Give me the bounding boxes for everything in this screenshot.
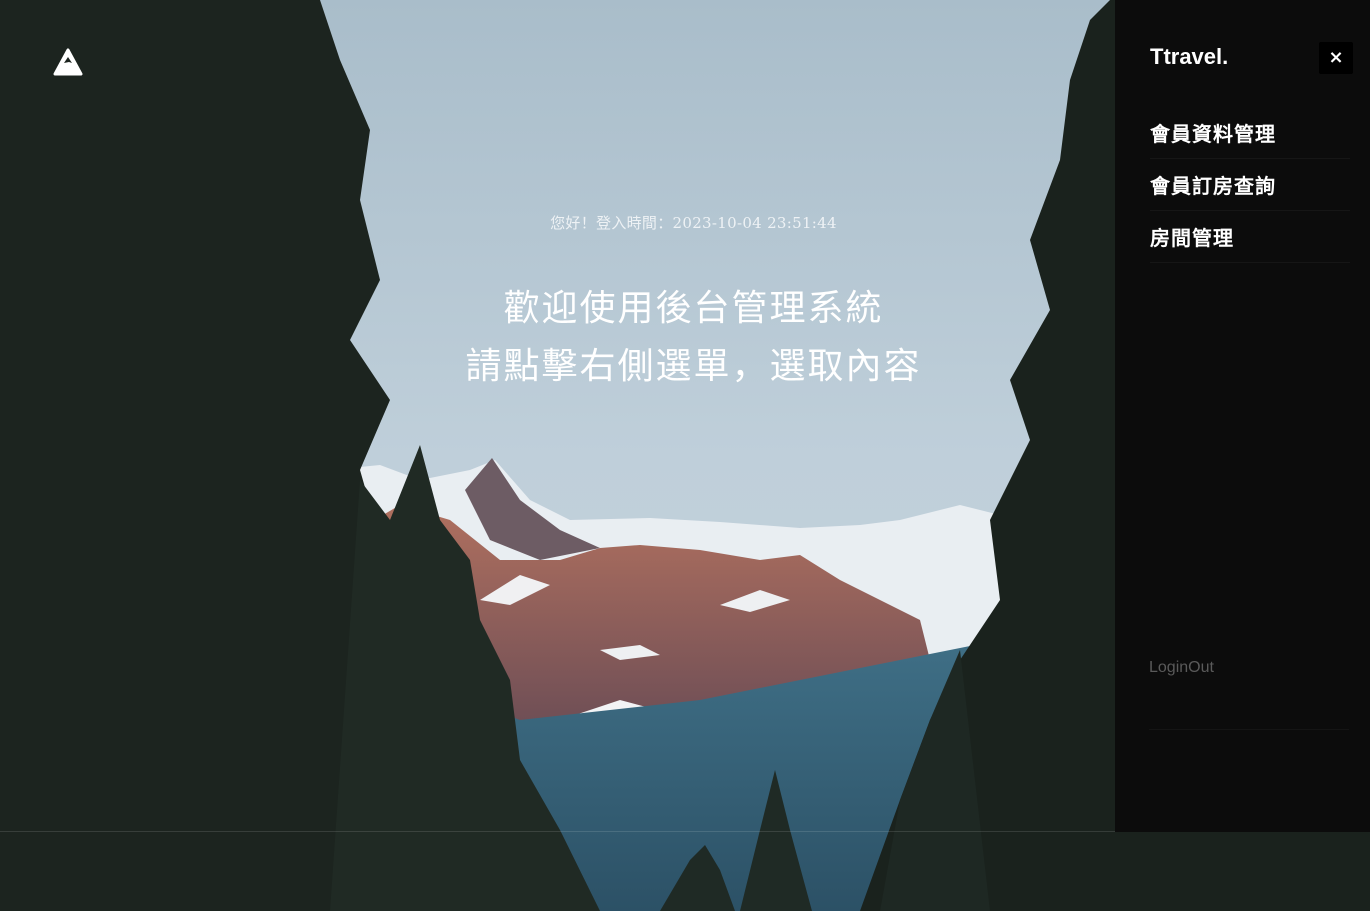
panel-divider <box>1149 729 1349 730</box>
menu-item-member-data[interactable]: 會員資料管理 <box>1150 107 1350 159</box>
menu-item-label: 房間管理 <box>1150 226 1234 250</box>
menu-item-label: 會員訂房查詢 <box>1150 174 1276 198</box>
menu-item-member-booking[interactable]: 會員訂房查詢 <box>1150 159 1350 211</box>
divider-line <box>0 831 1115 832</box>
menu-item-label: 會員資料管理 <box>1150 122 1276 146</box>
side-menu: 會員資料管理 會員訂房查詢 房間管理 <box>1150 107 1350 263</box>
brand-title: Ttravel. <box>1150 44 1229 69</box>
mountain-logo-icon[interactable] <box>52 47 84 77</box>
menu-item-room-management[interactable]: 房間管理 <box>1150 211 1350 263</box>
logout-link[interactable]: LoginOut <box>1149 659 1214 677</box>
close-button[interactable]: × <box>1319 42 1353 74</box>
side-menu-panel: Ttravel. × 會員資料管理 會員訂房查詢 房間管理 LoginOut <box>1115 0 1370 832</box>
